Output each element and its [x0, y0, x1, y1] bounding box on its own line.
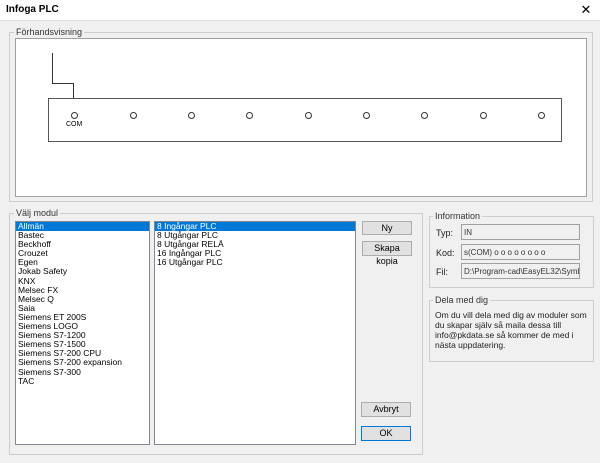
module-item[interactable]: Jokab Safety — [16, 267, 149, 276]
create-copy-button[interactable]: Skapa kopia — [362, 241, 412, 266]
preview-canvas: COM — [15, 38, 587, 197]
variant-item[interactable]: 16 Utgångar PLC — [155, 258, 355, 267]
new-button[interactable]: Ny — [362, 221, 412, 235]
module-list[interactable]: Allmän Bastec Beckhoff Crouzet Egen Joka… — [15, 221, 150, 445]
file-field[interactable]: D:\Program-cad\EasyEL32\Symbo — [461, 263, 580, 279]
connector — [538, 112, 545, 119]
window-title: Infoga PLC — [6, 4, 59, 15]
connector — [363, 112, 370, 119]
module-item[interactable]: Siemens S7-300 — [16, 367, 149, 377]
com-label: COM — [66, 121, 83, 128]
connector — [246, 112, 253, 119]
share-line: nästa uppdatering. — [435, 340, 506, 350]
ok-button[interactable]: OK — [361, 426, 411, 441]
share-line: info@pkdata.se så kommer de med i — [435, 330, 574, 340]
variant-list[interactable]: 8 Ingångar PLC 8 Utgångar PLC 8 Utgångar… — [154, 221, 356, 445]
module-item[interactable]: TAC — [16, 376, 149, 386]
close-icon[interactable]: ✕ — [578, 2, 594, 18]
share-text: Om du vill dela med dig av moduler som d… — [435, 310, 587, 350]
title-bar: Infoga PLC ✕ — [0, 0, 600, 21]
share-label: Dela med dig — [433, 295, 491, 305]
com-wire-horizontal — [52, 83, 74, 84]
plc-module-drawing: COM — [48, 98, 562, 142]
module-group-label: Välj modul — [14, 208, 61, 218]
connector — [188, 112, 195, 119]
connector — [305, 112, 312, 119]
type-field[interactable]: IN — [461, 224, 580, 240]
connector — [130, 112, 137, 119]
connector — [480, 112, 487, 119]
share-line: du skapar själv så maila dessa till — [435, 320, 562, 330]
file-label: Fil: — [436, 267, 448, 277]
code-field[interactable]: s(COM) o o o o o o o o — [461, 244, 580, 260]
preview-label: Förhandsvisning — [14, 27, 85, 37]
share-line: Om du vill dela med dig av moduler som — [435, 310, 587, 320]
com-connector — [71, 112, 78, 119]
connector — [421, 112, 428, 119]
type-label: Typ: — [436, 228, 454, 238]
module-item[interactable]: Melsec Q — [16, 294, 149, 304]
code-label: Kod: — [436, 248, 455, 258]
information-label: Information — [433, 211, 483, 221]
cancel-button[interactable]: Avbryt — [361, 402, 411, 417]
com-wire-vertical — [52, 53, 53, 83]
